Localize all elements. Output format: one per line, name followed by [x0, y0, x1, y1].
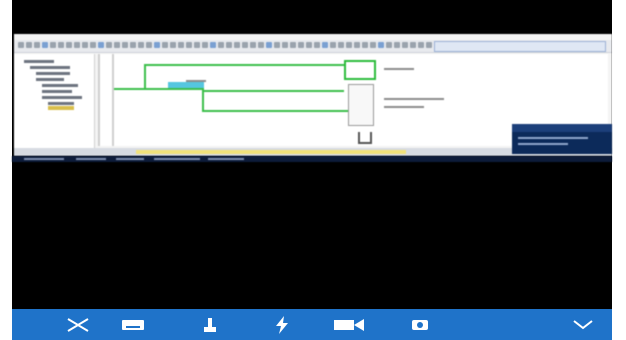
toolbar-button[interactable]	[274, 42, 280, 48]
notification-header	[512, 124, 612, 132]
chevron-down-icon[interactable]	[570, 309, 596, 340]
contact-label	[186, 80, 206, 82]
toolbar-button[interactable]	[122, 42, 128, 48]
left-power-rail	[98, 54, 100, 146]
toolbar-button[interactable]	[114, 42, 120, 48]
toolbar-button[interactable]	[234, 42, 240, 48]
toolbar-button[interactable]	[186, 42, 192, 48]
toolbar-button[interactable]	[354, 42, 360, 48]
remote-control-toolbar	[12, 309, 612, 340]
toolbar-button[interactable]	[290, 42, 296, 48]
toolbar-button[interactable]	[394, 42, 400, 48]
toolbar-button[interactable]	[330, 42, 336, 48]
toolbar-button[interactable]	[170, 42, 176, 48]
highlighted-row	[136, 150, 406, 154]
mouse-cursor	[358, 132, 372, 144]
toolbar-button[interactable]	[154, 42, 160, 48]
taskbar-item	[154, 158, 200, 160]
toolbar-button[interactable]	[410, 42, 416, 48]
toolbar-button[interactable]	[386, 42, 392, 48]
close-icon[interactable]	[64, 309, 92, 340]
toolbar-button[interactable]	[362, 42, 368, 48]
taskbar-item	[76, 158, 106, 160]
toolbar-button[interactable]	[130, 42, 136, 48]
toolbar-button[interactable]	[314, 42, 320, 48]
toolbar-button[interactable]	[306, 42, 312, 48]
toolbar-button[interactable]	[378, 42, 384, 48]
toolbar-button[interactable]	[138, 42, 144, 48]
rung-wire	[144, 64, 146, 88]
toolbar-button[interactable]	[178, 42, 184, 48]
block-comment	[384, 98, 444, 100]
notification-line	[518, 143, 568, 145]
toolbar-button[interactable]	[42, 42, 48, 48]
app-toolbar	[14, 40, 612, 53]
toolbar-button[interactable]	[282, 42, 288, 48]
toolbar-button[interactable]	[250, 42, 256, 48]
toolbar-button[interactable]	[242, 42, 248, 48]
toolbar-button[interactable]	[426, 42, 432, 48]
tree-line	[42, 96, 82, 99]
toolbar-button[interactable]	[82, 42, 88, 48]
tree-line	[30, 66, 70, 69]
toolbar-button[interactable]	[194, 42, 200, 48]
toolbar-button[interactable]	[226, 42, 232, 48]
toolbar-button[interactable]	[18, 42, 24, 48]
toolbar-button[interactable]	[26, 42, 32, 48]
toolbar-button[interactable]	[418, 42, 424, 48]
block-comment	[384, 106, 424, 108]
notification-line	[518, 137, 588, 139]
toolbar-button[interactable]	[162, 42, 168, 48]
taskbar-item	[24, 158, 64, 160]
toolbar-button[interactable]	[338, 42, 344, 48]
toolbar-button[interactable]	[346, 42, 352, 48]
tree-line	[36, 78, 64, 81]
rung-wire	[114, 88, 202, 90]
tree-selected-item	[48, 106, 74, 110]
toolbar-button[interactable]	[106, 42, 112, 48]
keyboard-icon[interactable]	[118, 309, 148, 340]
rung-wire	[144, 64, 344, 66]
toolbar-button[interactable]	[258, 42, 264, 48]
toolbar-button[interactable]	[210, 42, 216, 48]
toolbar-button[interactable]	[34, 42, 40, 48]
tree-line	[24, 60, 54, 63]
tree-line	[42, 90, 72, 93]
toolbar-button[interactable]	[370, 42, 376, 48]
toolbar-button[interactable]	[322, 42, 328, 48]
toolbar-button[interactable]	[66, 42, 72, 48]
taskbar-item	[208, 158, 244, 160]
contact-block	[168, 82, 204, 88]
record-icon[interactable]	[330, 309, 368, 340]
rail-divider	[112, 54, 114, 146]
toolbar-button[interactable]	[90, 42, 96, 48]
toolbar-button[interactable]	[402, 42, 408, 48]
rung-wire	[202, 110, 362, 112]
pointer-icon[interactable]	[198, 309, 222, 340]
notification-panel	[512, 124, 612, 154]
toolbar-button[interactable]	[98, 42, 104, 48]
rung-wire	[204, 90, 344, 92]
taskbar-item	[116, 158, 144, 160]
toolbar-button[interactable]	[58, 42, 64, 48]
toolbar-search-box	[434, 41, 606, 52]
toolbar-button[interactable]	[218, 42, 224, 48]
settings-icon[interactable]	[408, 309, 432, 340]
tree-line	[48, 102, 74, 105]
toolbar-button[interactable]	[50, 42, 56, 48]
flash-icon[interactable]	[270, 309, 294, 340]
taskbar-strip	[12, 156, 612, 162]
toolbar-button[interactable]	[266, 42, 272, 48]
project-tree	[14, 54, 95, 148]
toolbar-button[interactable]	[74, 42, 80, 48]
function-block	[348, 84, 374, 126]
coil-comment	[384, 68, 414, 70]
tree-line	[36, 72, 70, 75]
tree-line	[42, 84, 78, 87]
toolbar-button[interactable]	[298, 42, 304, 48]
toolbar-button[interactable]	[146, 42, 152, 48]
toolbar-button[interactable]	[202, 42, 208, 48]
output-coil	[344, 60, 376, 80]
